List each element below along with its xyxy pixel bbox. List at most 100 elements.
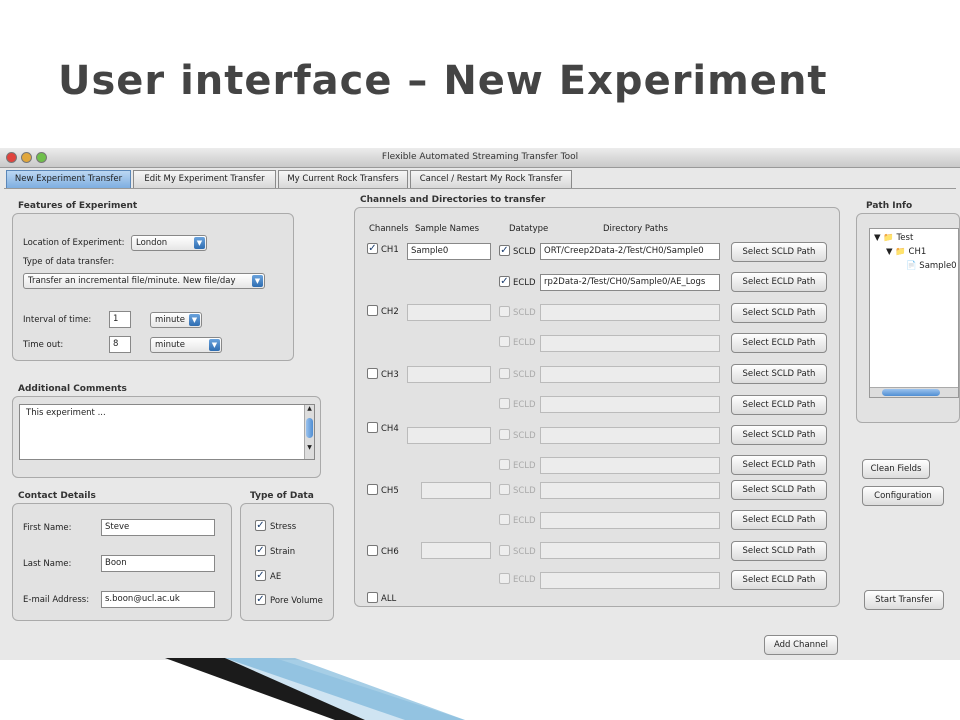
ch2-ecld-path[interactable]: [540, 335, 720, 352]
ch1-scld-checkbox[interactable]: ✓: [499, 245, 510, 256]
h-scroll-thumb[interactable]: [882, 389, 940, 396]
ch3-scld-checkbox[interactable]: [499, 368, 510, 379]
ch1-sample-input[interactable]: Sample0: [407, 243, 491, 260]
timeout-unit-select[interactable]: minute ▼: [150, 337, 222, 353]
ch6-ecld-path[interactable]: [540, 572, 720, 589]
scroll-up-icon[interactable]: ▲: [305, 405, 314, 412]
tab-current-transfers[interactable]: My Current Rock Transfers: [278, 170, 408, 188]
ch4-scld-path[interactable]: [540, 427, 720, 444]
last-name-input[interactable]: Boon: [101, 555, 215, 572]
strain-checkbox[interactable]: ✓: [255, 545, 266, 556]
ch6-select-ecld-button[interactable]: Select ECLD Path: [731, 570, 827, 590]
ch6-scld-checkbox[interactable]: [499, 545, 510, 556]
ch4-select-ecld-button[interactable]: Select ECLD Path: [731, 455, 827, 475]
ch2-sample-input[interactable]: [407, 304, 491, 321]
ch5-scld-path[interactable]: [540, 482, 720, 499]
ch5-select-ecld-button[interactable]: Select ECLD Path: [731, 510, 827, 530]
ch5-sample-input[interactable]: [421, 482, 491, 499]
ch3-sample-input[interactable]: [407, 366, 491, 383]
ch4-ecld-path[interactable]: [540, 457, 720, 474]
ch1-select-ecld-button[interactable]: Select ECLD Path: [731, 272, 827, 292]
location-select[interactable]: London ▼: [131, 235, 207, 251]
ch2-ecld-label: ECLD: [513, 338, 536, 348]
ch5-label: CH5: [381, 486, 399, 496]
comments-scrollbar[interactable]: ▲ ▼: [304, 405, 314, 459]
ch6-ecld-checkbox[interactable]: [499, 573, 510, 584]
ch6-select-scld-button[interactable]: Select SCLD Path: [731, 541, 827, 561]
ch1-select-scld-button[interactable]: Select SCLD Path: [731, 242, 827, 262]
ch2-select-scld-button[interactable]: Select SCLD Path: [731, 303, 827, 323]
col-datatype: Datatype: [509, 224, 549, 234]
stress-checkbox[interactable]: ✓: [255, 520, 266, 531]
scroll-down-icon[interactable]: ▼: [305, 444, 314, 451]
ch2-scld-path[interactable]: [540, 304, 720, 321]
start-transfer-button[interactable]: Start Transfer: [864, 590, 944, 610]
tree-h-scrollbar[interactable]: [870, 387, 958, 397]
ch2-select-ecld-button[interactable]: Select ECLD Path: [731, 333, 827, 353]
configuration-button[interactable]: Configuration: [862, 486, 944, 506]
ch4-select-scld-button[interactable]: Select SCLD Path: [731, 425, 827, 445]
ch2-scld-label: SCLD: [513, 308, 536, 318]
ch6-checkbox[interactable]: [367, 545, 378, 556]
all-checkbox[interactable]: [367, 592, 378, 603]
strain-label: Strain: [270, 547, 296, 557]
stress-label: Stress: [270, 522, 297, 532]
first-name-input[interactable]: Steve: [101, 519, 215, 536]
ch3-scld-path[interactable]: [540, 366, 720, 383]
ch4-ecld-checkbox[interactable]: [499, 459, 510, 470]
ch1-scld-path[interactable]: ORT/Creep2Data-2/Test/CH0/Sample0: [540, 243, 720, 260]
comments-title: Additional Comments: [18, 384, 127, 394]
ch4-sample-input[interactable]: [407, 427, 491, 444]
channels-title: Channels and Directories to transfer: [360, 195, 546, 205]
expand-icon[interactable]: ▼: [874, 233, 881, 243]
ch2-checkbox[interactable]: [367, 305, 378, 316]
transfer-type-select[interactable]: Transfer an incremental file/minute. New…: [23, 273, 265, 289]
interval-unit-select[interactable]: minute ▼: [150, 312, 202, 328]
ch3-ecld-checkbox[interactable]: [499, 398, 510, 409]
ch5-checkbox[interactable]: [367, 484, 378, 495]
ch6-sample-input[interactable]: [421, 542, 491, 559]
ch5-select-scld-button[interactable]: Select SCLD Path: [731, 480, 827, 500]
ch2-label: CH2: [381, 307, 399, 317]
path-tree[interactable]: ▼ 📁 Test ▼ 📁 CH1 📄 Sample0: [869, 228, 959, 398]
col-paths: Directory Paths: [603, 224, 668, 234]
tree-node-sample0[interactable]: 📄 Sample0: [906, 261, 957, 271]
ch1-checkbox[interactable]: ✓: [367, 243, 378, 254]
add-channel-button[interactable]: Add Channel: [764, 635, 838, 655]
comments-group: This experiment ... ▲ ▼: [12, 396, 321, 478]
tree-node-ch1[interactable]: ▼ 📁 CH1: [886, 247, 926, 257]
email-input[interactable]: s.boon@ucl.ac.uk: [101, 591, 215, 608]
expand-icon[interactable]: ▼: [886, 247, 893, 257]
location-label: Location of Experiment:: [23, 238, 125, 248]
scroll-thumb[interactable]: [306, 418, 313, 438]
ch3-select-scld-button[interactable]: Select SCLD Path: [731, 364, 827, 384]
ch5-scld-checkbox[interactable]: [499, 484, 510, 495]
ch6-scld-path[interactable]: [540, 542, 720, 559]
pore-volume-checkbox[interactable]: ✓: [255, 594, 266, 605]
ch4-scld-checkbox[interactable]: [499, 429, 510, 440]
data-type-title: Type of Data: [250, 491, 314, 501]
tab-edit-experiment[interactable]: Edit My Experiment Transfer: [133, 170, 276, 188]
ch1-scld-label: SCLD: [513, 247, 536, 257]
pore-volume-label: Pore Volume: [270, 596, 323, 606]
ch5-ecld-path[interactable]: [540, 512, 720, 529]
ch3-ecld-path[interactable]: [540, 396, 720, 413]
ch3-checkbox[interactable]: [367, 368, 378, 379]
ch2-ecld-checkbox[interactable]: [499, 336, 510, 347]
ch1-ecld-checkbox[interactable]: ✓: [499, 276, 510, 287]
first-name-label: First Name:: [23, 523, 72, 533]
tab-cancel-restart[interactable]: Cancel / Restart My Rock Transfer: [410, 170, 572, 188]
ch2-scld-checkbox[interactable]: [499, 306, 510, 317]
ch3-select-ecld-button[interactable]: Select ECLD Path: [731, 395, 827, 415]
clean-fields-button[interactable]: Clean Fields: [862, 459, 930, 479]
timeout-input[interactable]: 8: [109, 336, 131, 353]
interval-input[interactable]: 1: [109, 311, 131, 328]
tree-node-test[interactable]: ▼ 📁 Test: [874, 233, 913, 243]
ch1-ecld-path[interactable]: rp2Data-2/Test/CH0/Sample0/AE_Logs: [540, 274, 720, 291]
ae-label: AE: [270, 572, 282, 582]
ae-checkbox[interactable]: ✓: [255, 570, 266, 581]
tab-new-experiment[interactable]: New Experiment Transfer: [6, 170, 131, 188]
ch5-ecld-checkbox[interactable]: [499, 514, 510, 525]
comments-textarea[interactable]: This experiment ...: [19, 404, 315, 460]
ch4-checkbox[interactable]: [367, 422, 378, 433]
